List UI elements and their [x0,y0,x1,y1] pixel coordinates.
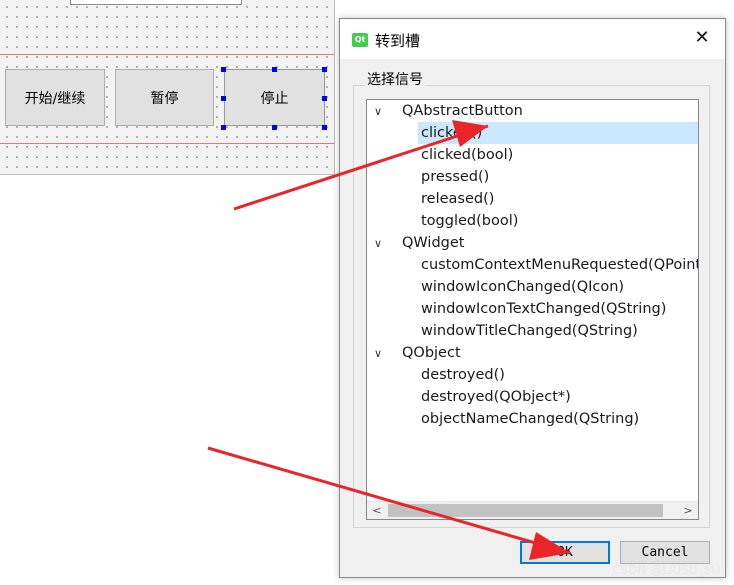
tree-item[interactable]: windowIconChanged(QIcon) [421,276,624,298]
tree-group-qabstractbutton[interactable]: ∨ QAbstractButton [374,100,523,122]
tree-item[interactable]: released() [421,188,494,210]
cancel-button[interactable]: Cancel [620,541,710,564]
tree-item-label: destroyed(QObject*) [421,389,571,405]
pause-button[interactable]: 暂停 [115,69,214,126]
layout-boundary-top [0,54,334,55]
stop-label: 停止 [260,90,289,107]
resize-handle[interactable] [221,67,226,72]
scroll-left-icon[interactable]: < [370,502,384,519]
form-line-edit[interactable] [70,0,242,5]
tree-item-label: customContextMenuRequested(QPoint [421,257,699,273]
signal-tree[interactable]: ∨ QAbstractButton clicked() clicked(bool)… [366,99,699,520]
ok-button[interactable]: OK [520,541,610,564]
tree-item[interactable]: windowTitleChanged(QString) [421,320,638,342]
watermark: CSDN @LIUSU_SU [612,563,720,577]
tree-group-label: QObject [402,345,461,361]
tree-item-label: toggled(bool) [421,213,519,229]
tree-item[interactable]: customContextMenuRequested(QPoint [421,254,699,276]
resize-handle[interactable] [322,125,327,130]
resize-handle[interactable] [221,125,226,130]
resize-handle[interactable] [322,67,327,72]
dialog-titlebar[interactable]: Qt 转到槽 ✕ [340,19,725,59]
tree-item-label: clicked(bool) [421,147,514,163]
tree-group-qwidget[interactable]: ∨ QWidget [374,232,464,254]
horizontal-scrollbar[interactable]: < > [367,501,698,519]
tree-item[interactable]: clicked(bool) [421,144,513,166]
tree-item[interactable]: windowIconTextChanged(QString) [421,298,666,320]
start-continue-label: 开始/继续 [24,90,86,107]
scroll-right-icon[interactable]: > [681,502,695,519]
tree-item[interactable]: objectNameChanged(QString) [421,408,639,430]
start-continue-button[interactable]: 开始/继续 [5,69,105,126]
tree-item-label: pressed() [421,169,490,185]
tree-item[interactable]: destroyed(QObject*) [421,386,571,408]
qt-app-icon: Qt [352,33,368,47]
tree-group-label: QWidget [402,235,465,251]
tree-group-label: QAbstractButton [402,103,523,119]
tree-group-qobject[interactable]: ∨ QObject [374,342,461,364]
close-icon[interactable]: ✕ [693,29,711,47]
tree-item-label: clicked() [421,125,483,141]
scrollbar-thumb[interactable] [388,504,663,517]
tree-item-label: destroyed() [421,367,505,383]
pause-label: 暂停 [150,90,179,107]
tree-item[interactable]: pressed() [421,166,489,188]
resize-handle[interactable] [272,67,277,72]
chevron-down-icon[interactable]: ∨ [374,233,388,255]
go-to-slot-dialog: Qt 转到槽 ✕ 选择信号 ∨ QAbstractButton clicked()… [339,18,726,578]
tree-item-label: windowIconTextChanged(QString) [421,301,667,317]
resize-handle[interactable] [322,96,327,101]
tree-item-label: windowIconChanged(QIcon) [421,279,625,295]
dialog-title: 转到槽 [375,32,421,50]
chevron-down-icon[interactable]: ∨ [374,343,388,365]
chevron-down-icon[interactable]: ∨ [374,101,388,123]
designer-canvas: 开始/继续 暂停 停止 [0,0,335,175]
resize-handle[interactable] [221,96,226,101]
layout-boundary-bottom [0,143,334,144]
resize-handle[interactable] [272,125,277,130]
stop-button[interactable]: 停止 [224,69,325,126]
tree-item-label: windowTitleChanged(QString) [421,323,638,339]
groupbox-title: 选择信号 [365,69,425,89]
tree-item[interactable]: destroyed() [421,364,505,386]
tree-item-label: released() [421,191,495,207]
tree-item-selected[interactable]: clicked() [418,122,698,144]
tree-item-label: objectNameChanged(QString) [421,411,640,427]
tree-item[interactable]: toggled(bool) [421,210,518,232]
